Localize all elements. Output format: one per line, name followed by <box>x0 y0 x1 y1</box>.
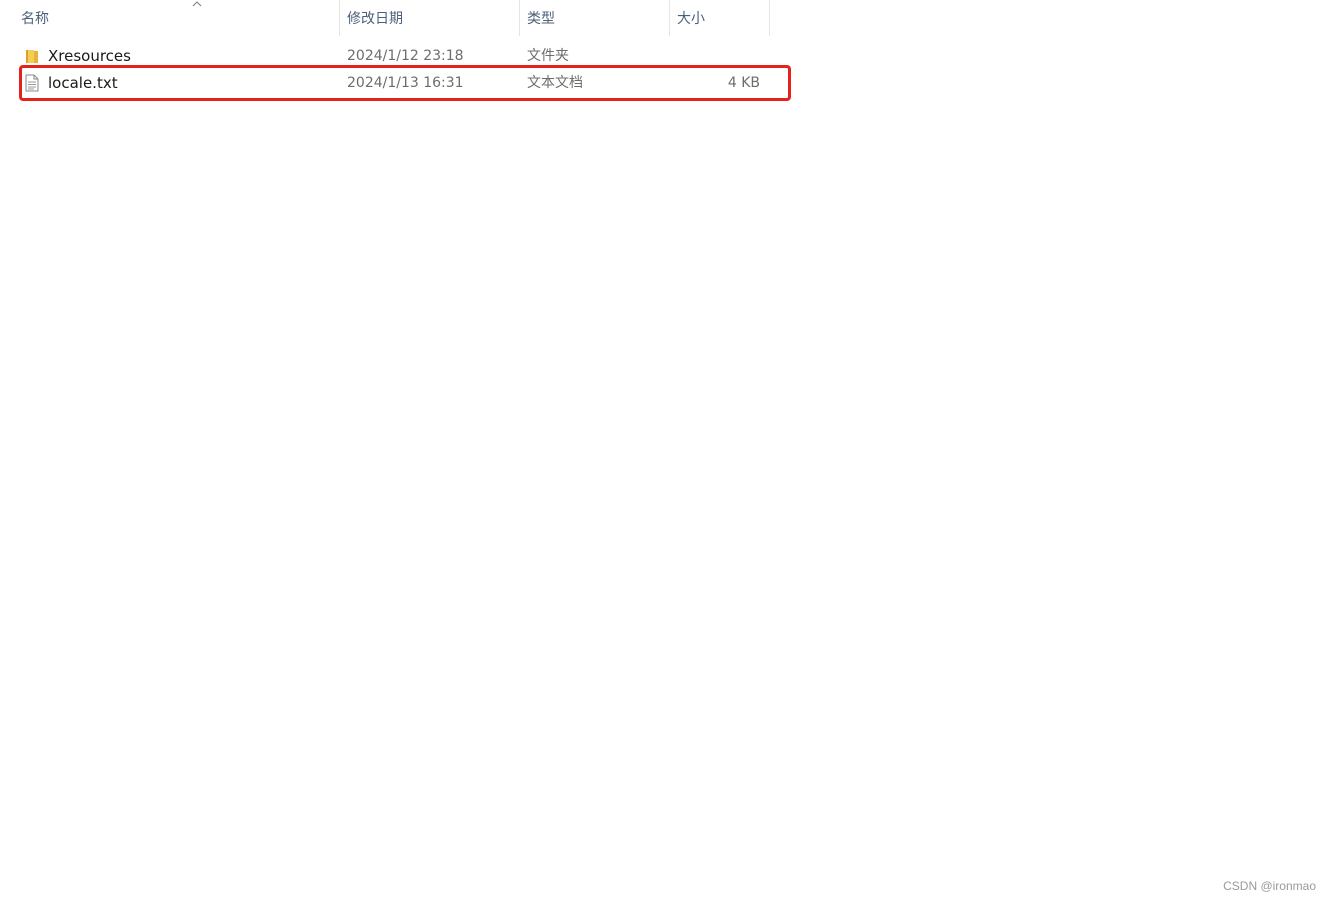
folder-icon <box>26 50 38 63</box>
list-item[interactable]: Xresources 2024/1/12 23:18 文件夹 <box>20 43 788 69</box>
column-header-date-label: 修改日期 <box>347 11 403 27</box>
file-name: Xresources <box>48 47 131 65</box>
column-divider[interactable] <box>669 0 670 36</box>
column-header-size[interactable]: 大小 <box>677 0 769 36</box>
file-explorer-list: 名称 修改日期 类型 大小 Xresources 2024/1/12 23:18… <box>0 0 1331 901</box>
text-file-icon <box>25 74 39 92</box>
file-type: 文本文档 <box>527 75 583 91</box>
file-modified-date: 2024/1/12 23:18 <box>347 48 464 64</box>
chevron-up-icon <box>192 1 202 7</box>
file-type: 文件夹 <box>527 48 569 64</box>
column-header-name-label: 名称 <box>21 11 49 27</box>
column-header-name[interactable]: 名称 <box>21 0 339 36</box>
file-modified-date: 2024/1/13 16:31 <box>347 75 464 91</box>
list-item[interactable]: locale.txt 2024/1/13 16:31 文本文档 4 KB <box>20 70 788 96</box>
column-header-size-label: 大小 <box>677 11 705 27</box>
file-size: 4 KB <box>727 75 760 91</box>
column-divider[interactable] <box>769 0 770 36</box>
file-name: locale.txt <box>48 74 118 92</box>
column-header-type-label: 类型 <box>527 11 555 27</box>
column-divider[interactable] <box>519 0 520 36</box>
watermark: CSDN @ironmao <box>1223 879 1316 893</box>
column-header-bar: 名称 修改日期 类型 大小 <box>0 0 770 36</box>
column-header-date[interactable]: 修改日期 <box>347 0 519 36</box>
column-header-type[interactable]: 类型 <box>527 0 669 36</box>
column-divider[interactable] <box>339 0 340 36</box>
